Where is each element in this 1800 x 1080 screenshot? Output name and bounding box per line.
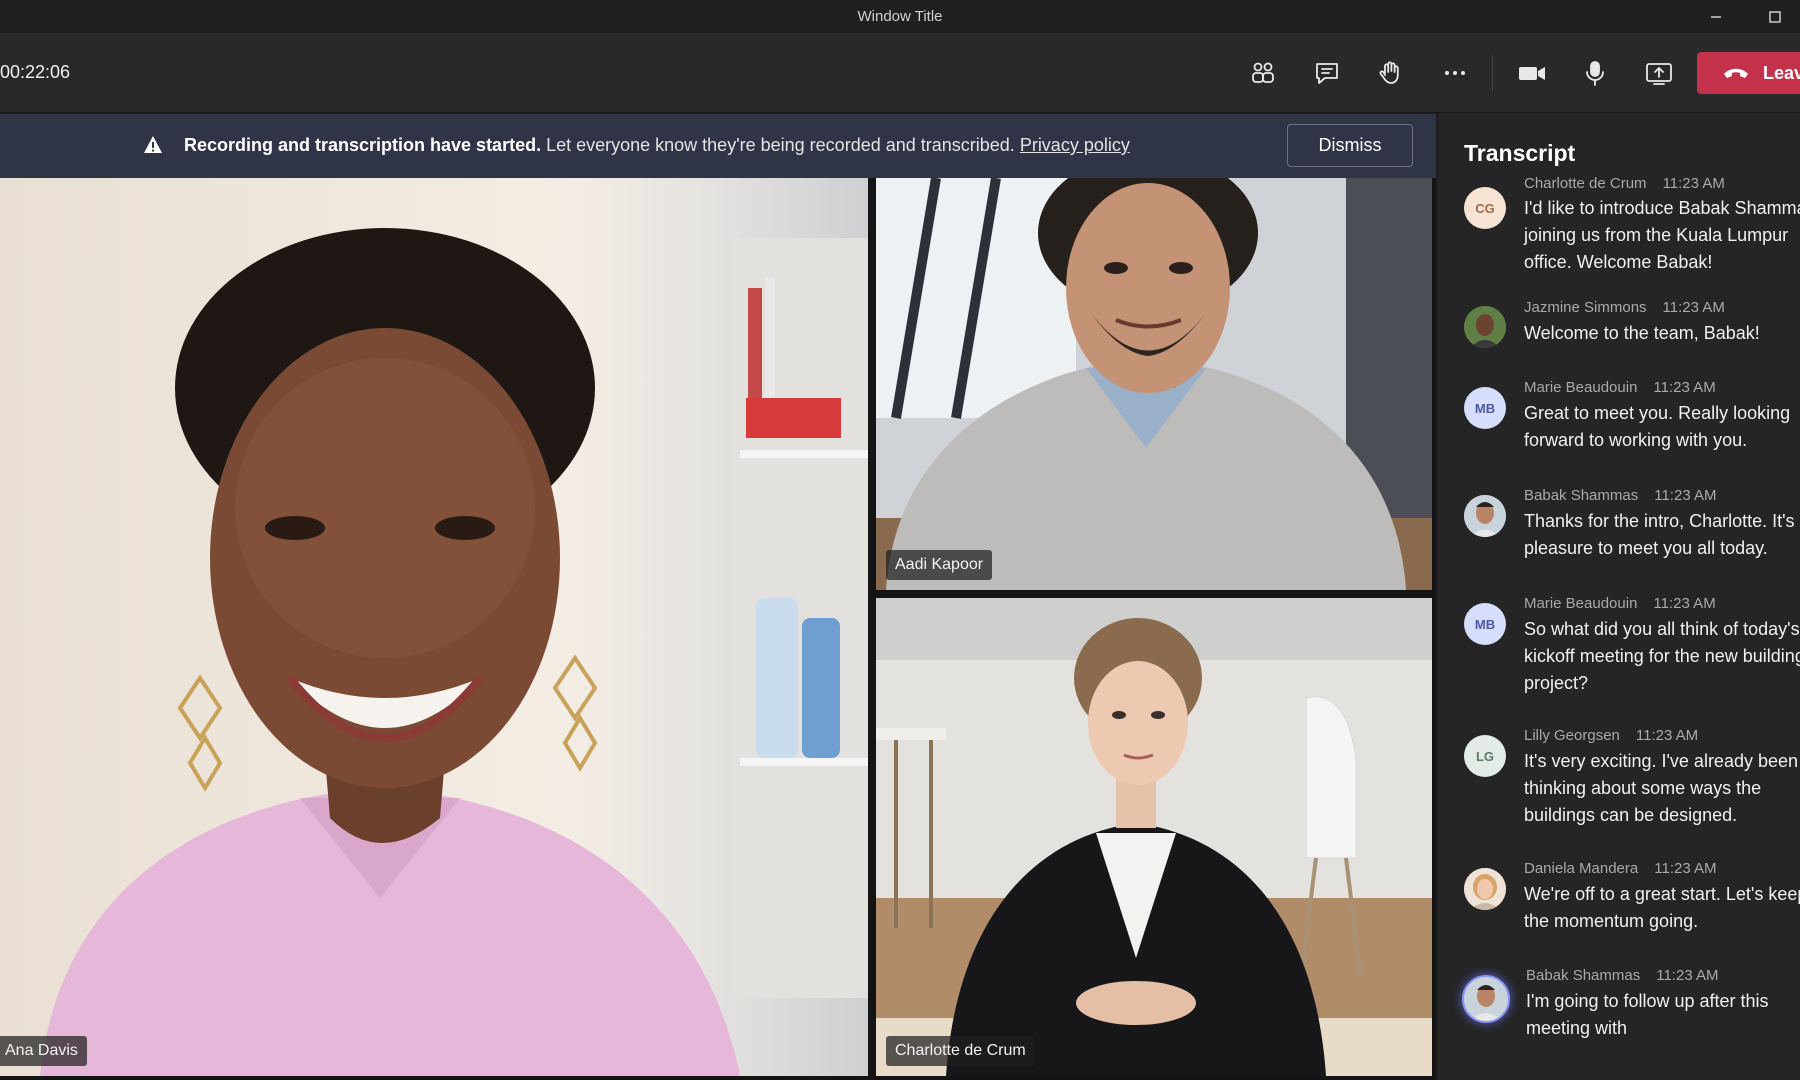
timestamp: 11:23 AM	[1662, 299, 1725, 316]
timestamp: 11:23 AM	[1653, 379, 1716, 396]
transcript-message: So what did you all think of today's kic…	[1524, 619, 1800, 693]
banner-text: Let everyone know they're being recorded…	[541, 135, 1020, 155]
avatar-photo-icon	[1464, 495, 1506, 537]
meeting-toolbar: 00:22:06 Leav	[0, 33, 1800, 113]
banner-bold-text: Recording and transcription have started…	[184, 135, 542, 155]
speaker-name: Daniela Mandera	[1524, 860, 1639, 877]
avatar	[1464, 495, 1506, 537]
speaker-name: Charlotte de Crum	[1524, 175, 1647, 192]
transcript-meta: Jazmine Simmons 11:23 AM	[1524, 299, 1725, 316]
leave-label: Leave	[1763, 62, 1800, 83]
window-title: Window Title	[857, 8, 943, 25]
share-screen-icon	[1646, 63, 1672, 85]
transcript-meta: Charlotte de Crum 11:23 AM	[1524, 175, 1725, 192]
speaker-name: Marie Beaudouin	[1524, 379, 1638, 396]
microphone-button[interactable]	[1575, 53, 1615, 93]
chat-button[interactable]	[1307, 53, 1347, 93]
avatar	[1462, 975, 1510, 1023]
timestamp: 11:23 AM	[1662, 175, 1725, 192]
participant-name-tag: Aadi Kapoor	[886, 550, 993, 580]
avatar	[1464, 306, 1506, 348]
video-stage: Ana Davis Aadi Kapoor Charlotte de Crum	[0, 178, 1436, 1080]
transcript-message: We're off to a great start. Let's keep t…	[1524, 884, 1800, 931]
avatar-photo-icon	[1464, 977, 1508, 1021]
transcript-message: Thanks for the intro, Charlotte. It's a …	[1524, 511, 1800, 558]
avatar	[1464, 868, 1506, 910]
minimize-button[interactable]	[1694, 0, 1738, 33]
transcript-title: Transcript	[1464, 140, 1576, 166]
more-icon	[1445, 71, 1465, 75]
participant-video	[876, 598, 1432, 1076]
microphone-icon	[1586, 61, 1604, 86]
meeting-timer: 00:22:06	[0, 62, 71, 82]
video-tile-aadi-kapoor[interactable]: Aadi Kapoor	[876, 178, 1432, 590]
timestamp: 11:23 AM	[1656, 967, 1719, 984]
participant-name-tag: Ana Davis	[0, 1036, 87, 1066]
speaker-name: Lilly Georgsen	[1524, 727, 1620, 744]
transcript-meta: Daniela Mandera 11:23 AM	[1524, 860, 1717, 877]
warning-icon	[144, 136, 162, 153]
video-camera-icon	[1519, 67, 1545, 80]
timestamp: 11:23 AM	[1635, 727, 1699, 744]
avatar-photo-icon	[1464, 868, 1506, 910]
timestamp: 11:23 AM	[1654, 487, 1717, 504]
avatar: MB	[1464, 603, 1506, 645]
avatar: CG	[1464, 187, 1506, 229]
avatar: MB	[1464, 387, 1506, 429]
transcript-message: It's very exciting. I've already been th…	[1524, 751, 1799, 825]
participant-video	[876, 178, 1432, 590]
window-title-bar: Window Title	[0, 0, 1800, 33]
avatar-photo-icon	[1464, 306, 1506, 348]
transcript-message: Great to meet you. Really looking forwar…	[1524, 403, 1791, 450]
people-icon	[1252, 62, 1274, 83]
transcript-meta: Marie Beaudouin 11:23 AM	[1524, 379, 1716, 396]
participant-video	[0, 178, 868, 1076]
speaker-name: Marie Beaudouin	[1524, 595, 1638, 612]
recording-banner-message: Recording and transcription have started…	[184, 135, 1130, 156]
video-tile-charlotte-de-crum[interactable]: Charlotte de Crum	[876, 598, 1432, 1076]
timestamp: 11:23 AM	[1654, 860, 1717, 877]
camera-button[interactable]	[1512, 53, 1552, 93]
speaker-name: Jazmine Simmons	[1524, 299, 1647, 316]
transcript-meta: Marie Beaudouin 11:23 AM	[1524, 595, 1716, 612]
video-tile-ana-davis[interactable]: Ana Davis	[0, 178, 868, 1076]
transcript-message: I'd like to introduce Babak Shammas join…	[1524, 198, 1800, 272]
hang-up-icon	[1724, 68, 1748, 78]
participant-name-tag: Charlotte de Crum	[886, 1036, 1035, 1066]
raise-hand-icon	[1379, 61, 1399, 84]
speaker-name: Babak Shammas	[1526, 967, 1641, 984]
people-button[interactable]	[1243, 53, 1283, 93]
transcript-meta: Babak Shammas 11:23 AM	[1526, 967, 1719, 984]
timestamp: 11:23 AM	[1653, 595, 1716, 612]
toolbar-divider	[1492, 55, 1493, 91]
transcript-message: I'm going to follow up after this meetin…	[1526, 991, 1769, 1038]
speaker-name: Babak Shammas	[1524, 487, 1639, 504]
maximize-button[interactable]	[1753, 0, 1797, 33]
leave-button[interactable]: Leave	[1697, 52, 1800, 94]
minimize-icon	[1711, 15, 1721, 18]
raise-hand-button[interactable]	[1371, 53, 1411, 93]
more-actions-button[interactable]	[1435, 53, 1475, 93]
dismiss-button[interactable]: Dismiss	[1287, 124, 1413, 167]
avatar: LG	[1464, 735, 1506, 777]
transcript-meta: Babak Shammas 11:23 AM	[1524, 487, 1717, 504]
share-screen-button[interactable]	[1639, 53, 1679, 93]
transcript-panel: Transcript CG Charlotte de Crum 11:23 AM …	[1438, 114, 1800, 1080]
privacy-policy-link[interactable]: Privacy policy	[1020, 135, 1130, 155]
maximize-icon	[1769, 10, 1781, 23]
chat-icon	[1316, 63, 1338, 84]
recording-banner: Recording and transcription have started…	[0, 114, 1436, 178]
transcript-meta: Lilly Georgsen 11:23 AM	[1524, 727, 1698, 744]
transcript-message: Welcome to the team, Babak!	[1524, 323, 1760, 343]
